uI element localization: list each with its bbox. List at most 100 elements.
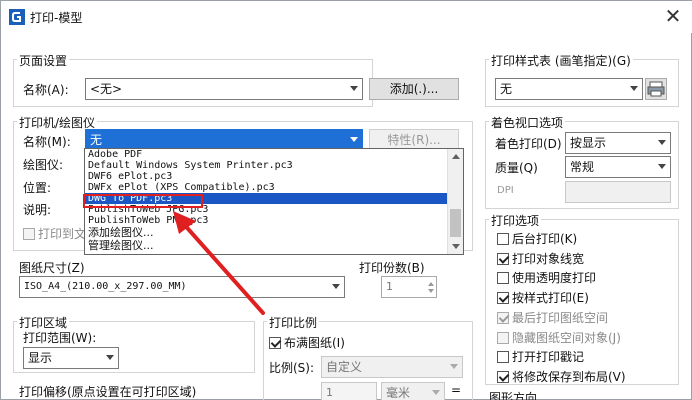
chevron-down-icon	[450, 364, 458, 369]
plot-option-checkbox[interactable]: 打印对象线宽	[497, 250, 584, 267]
print-to-file-label: 打印到文	[38, 227, 87, 241]
print-to-file-checkbox[interactable]: 打印到文	[23, 225, 86, 242]
plot-option-label: 最后打印图纸空间	[512, 310, 609, 325]
scale-number-field[interactable]: 1	[321, 382, 377, 400]
chevron-down-icon	[350, 86, 358, 91]
plotter-label: 绘图仪:	[23, 158, 64, 172]
dpi-label: DPI	[497, 185, 514, 196]
print-dialog: 打印-模型 ✕ 页面设置 名称(A): <无> 添加(.)... 打印机/绘图仪…	[0, 0, 692, 400]
dropdown-item[interactable]: Default Windows System Printer.pc3	[85, 160, 463, 171]
quality-value: 常规	[570, 160, 595, 174]
dropdown-item[interactable]: DWF6 ePlot.pc3	[85, 171, 463, 182]
plot-scale-heading: 打印比例	[267, 314, 320, 331]
plot-option-label: 后台打印(K)	[512, 232, 578, 246]
scrollbar-thumb[interactable]	[450, 209, 461, 237]
checkbox-box	[497, 292, 509, 305]
printer-name-value: 无	[90, 133, 103, 147]
page-setup-name-label: 名称(A):	[23, 83, 69, 97]
plot-option-checkbox[interactable]: 使用透明度打印	[497, 269, 596, 286]
chevron-down-icon	[332, 284, 340, 289]
paper-size-select[interactable]: ISO_A4_(210.00_x_297.00_MM)	[19, 276, 345, 298]
shade-plot-value: 按显示	[570, 136, 607, 150]
scroll-up-icon[interactable]	[452, 154, 460, 159]
plot-option-checkbox[interactable]: 隐藏图纸空间对象(J)	[497, 329, 621, 346]
dropdown-item[interactable]: Adobe PDF	[85, 149, 463, 160]
spin-down-icon[interactable]	[428, 289, 434, 293]
quality-label: 质量(Q)	[495, 161, 538, 175]
plot-option-checkbox[interactable]: 后台打印(K)	[497, 230, 577, 247]
checkbox-box	[23, 228, 35, 240]
copies-spinner[interactable]: 1	[381, 276, 437, 298]
scale-number-value: 1	[326, 386, 333, 399]
plot-option-label: 隐藏图纸空间对象(J)	[512, 330, 621, 345]
page-setup-name-value: <无>	[90, 82, 123, 96]
plot-options-heading: 打印选项	[489, 212, 542, 229]
plot-range-label: 打印范围(W):	[23, 331, 97, 345]
page-setup-name-select[interactable]: <无>	[85, 78, 363, 100]
unit-select[interactable]: 毫米	[381, 382, 445, 400]
plot-offset-heading: 打印偏移(原点设置在可打印区域)	[19, 385, 197, 399]
checkbox-box	[269, 337, 281, 349]
copies-heading: 打印份数(B)	[359, 261, 425, 275]
location-label: 位置:	[23, 181, 52, 195]
shaded-viewport-heading: 着色视口选项	[489, 114, 566, 131]
app-logo-icon	[9, 9, 25, 25]
close-icon[interactable]: ✕	[661, 4, 685, 28]
plot-range-select[interactable]: 显示	[23, 347, 119, 369]
chevron-down-icon	[106, 355, 114, 360]
plot-style-select[interactable]: 无	[495, 78, 643, 100]
checkbox-box	[497, 370, 509, 383]
checkbox-box	[497, 331, 509, 344]
dropdown-item[interactable]: PublishToWeb PNG.pc3	[85, 215, 463, 226]
dropdown-item[interactable]: 管理绘图仪...	[85, 239, 463, 252]
equals-sign: =	[451, 383, 462, 397]
scroll-down-icon[interactable]	[452, 244, 460, 249]
checkbox-box	[497, 351, 509, 364]
dropdown-scrollbar[interactable]	[447, 149, 463, 254]
plot-option-label: 使用透明度打印	[512, 271, 597, 286]
quality-select[interactable]: 常规	[565, 156, 671, 178]
add-page-setup-button[interactable]: 添加(.)...	[369, 78, 459, 100]
page-setup-heading: 页面设置	[17, 52, 70, 69]
description-label: 说明:	[23, 203, 52, 217]
scale-select[interactable]: 自定义	[321, 356, 463, 378]
printer-name-label: 名称(M):	[23, 135, 71, 149]
chevron-down-icon	[630, 86, 638, 91]
chevron-down-icon	[350, 137, 358, 142]
shade-plot-select[interactable]: 按显示	[565, 132, 671, 154]
plot-option-checkbox[interactable]: 将修改保存到布局(V)	[497, 368, 626, 385]
edit-plot-style-button[interactable]	[645, 78, 667, 100]
dropdown-item[interactable]: DWFx ePlot (XPS Compatible).pc3	[85, 182, 463, 193]
fit-to-paper-label: 布满图纸(I)	[284, 336, 345, 350]
chevron-down-icon	[658, 140, 666, 145]
scale-label: 比例(S):	[269, 361, 315, 375]
highlight-box	[83, 194, 203, 208]
plot-option-label: 打印对象线宽	[512, 251, 585, 266]
scale-value: 自定义	[326, 360, 363, 374]
chevron-down-icon	[432, 390, 440, 395]
plot-option-label: 打开打印戳记	[512, 350, 585, 365]
checkbox-box	[497, 311, 509, 324]
plot-range-value: 显示	[28, 351, 53, 365]
chevron-down-icon	[658, 164, 666, 169]
spin-up-icon[interactable]	[428, 282, 434, 286]
dropdown-item[interactable]: 添加绘图仪...	[85, 226, 463, 239]
plot-option-checkbox[interactable]: 打开打印戳记	[497, 348, 584, 365]
checkbox-box	[497, 252, 509, 265]
copies-value: 1	[386, 280, 393, 293]
fit-to-paper-checkbox[interactable]: 布满图纸(I)	[269, 334, 345, 351]
plot-style-value: 无	[500, 82, 513, 96]
paper-size-value: ISO_A4_(210.00_x_297.00_MM)	[24, 281, 187, 292]
checkbox-box	[497, 233, 509, 245]
paper-size-heading: 图纸尺寸(Z)	[19, 261, 85, 275]
plot-option-checkbox[interactable]: 按样式打印(E)	[497, 289, 589, 306]
plot-option-checkbox[interactable]: 最后打印图纸空间	[497, 309, 608, 326]
title-bar: 打印-模型 ✕	[1, 1, 692, 33]
window-title: 打印-模型	[30, 11, 83, 25]
drawing-orientation-heading: 图形方向	[489, 391, 538, 400]
shade-plot-label: 着色打印(D)	[495, 137, 562, 151]
dpi-field[interactable]	[565, 181, 671, 203]
unit-value: 毫米	[386, 386, 411, 400]
plot-option-label: 按样式打印(E)	[512, 291, 589, 306]
checkbox-box	[497, 272, 509, 285]
